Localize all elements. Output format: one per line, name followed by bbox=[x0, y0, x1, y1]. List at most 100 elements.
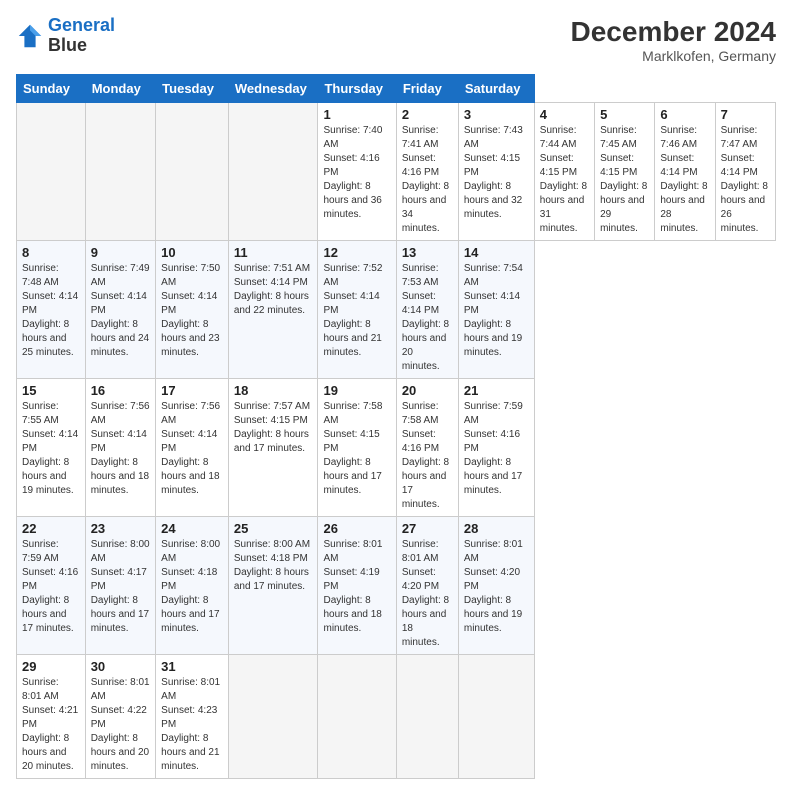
day-info: Sunrise: 8:01 AMSunset: 4:19 PMDaylight:… bbox=[323, 538, 390, 636]
day-number: 20 bbox=[402, 383, 453, 398]
calendar-cell: 17 Sunrise: 7:56 AMSunset: 4:14 PMDayligh… bbox=[156, 379, 229, 517]
day-number: 25 bbox=[234, 521, 313, 536]
calendar-day-header: Monday bbox=[85, 75, 155, 103]
day-info: Sunrise: 7:53 AMSunset: 4:14 PMDaylight:… bbox=[402, 262, 453, 374]
day-number: 7 bbox=[721, 107, 770, 122]
day-number: 27 bbox=[402, 521, 453, 536]
calendar-cell: 4Sunrise: 7:44 AMSunset: 4:15 PMDaylight… bbox=[534, 103, 594, 241]
day-number: 24 bbox=[161, 521, 223, 536]
day-info: Sunrise: 7:59 AMSunset: 4:16 PMDaylight:… bbox=[22, 538, 80, 636]
day-number: 19 bbox=[323, 383, 390, 398]
calendar-cell: 27 Sunrise: 8:01 AMSunset: 4:20 PMDayligh… bbox=[396, 517, 458, 655]
calendar-cell: 30 Sunrise: 8:01 AMSunset: 4:22 PMDayligh… bbox=[85, 655, 155, 779]
day-number: 22 bbox=[22, 521, 80, 536]
day-info: Sunrise: 7:45 AMSunset: 4:15 PMDaylight:… bbox=[600, 124, 649, 236]
calendar-cell: 16Sunrise: 7:56 AMSunset: 4:14 PMDayligh… bbox=[85, 379, 155, 517]
day-info: Sunrise: 7:49 AMSunset: 4:14 PMDaylight:… bbox=[91, 262, 150, 360]
day-info: Sunrise: 7:57 AMSunset: 4:15 PMDaylight:… bbox=[234, 400, 313, 456]
day-number: 17 bbox=[161, 383, 223, 398]
calendar-cell: 28 Sunrise: 8:01 AMSunset: 4:20 PMDayligh… bbox=[458, 517, 534, 655]
calendar-cell: 24 Sunrise: 8:00 AMSunset: 4:18 PMDayligh… bbox=[156, 517, 229, 655]
day-number: 5 bbox=[600, 107, 649, 122]
calendar-cell: 18 Sunrise: 7:57 AMSunset: 4:15 PMDayligh… bbox=[228, 379, 318, 517]
logo-line1: General bbox=[48, 15, 115, 35]
calendar-cell: 7 Sunrise: 7:47 AMSunset: 4:14 PMDaylight… bbox=[715, 103, 775, 241]
day-info: Sunrise: 7:46 AMSunset: 4:14 PMDaylight:… bbox=[660, 124, 709, 236]
calendar-cell: 19 Sunrise: 7:58 AMSunset: 4:15 PMDayligh… bbox=[318, 379, 396, 517]
calendar-cell bbox=[228, 655, 318, 779]
calendar-cell: 25 Sunrise: 8:00 AMSunset: 4:18 PMDayligh… bbox=[228, 517, 318, 655]
calendar-day-header: Saturday bbox=[458, 75, 534, 103]
day-info: Sunrise: 7:50 AMSunset: 4:14 PMDaylight:… bbox=[161, 262, 223, 360]
calendar-cell: 11 Sunrise: 7:51 AMSunset: 4:14 PMDayligh… bbox=[228, 241, 318, 379]
calendar-cell bbox=[458, 655, 534, 779]
calendar-cell bbox=[17, 103, 86, 241]
calendar-day-header: Wednesday bbox=[228, 75, 318, 103]
day-info: Sunrise: 8:01 AMSunset: 4:21 PMDaylight:… bbox=[22, 676, 80, 774]
calendar-cell bbox=[85, 103, 155, 241]
day-number: 21 bbox=[464, 383, 529, 398]
title-block: December 2024 Marklkofen, Germany bbox=[571, 16, 776, 64]
calendar-cell: 23Sunrise: 8:00 AMSunset: 4:17 PMDayligh… bbox=[85, 517, 155, 655]
calendar-cell: 13 Sunrise: 7:53 AMSunset: 4:14 PMDayligh… bbox=[396, 241, 458, 379]
main-title: December 2024 bbox=[571, 16, 776, 48]
day-number: 13 bbox=[402, 245, 453, 260]
day-info: Sunrise: 7:58 AMSunset: 4:16 PMDaylight:… bbox=[402, 400, 453, 512]
day-info: Sunrise: 7:51 AMSunset: 4:14 PMDaylight:… bbox=[234, 262, 313, 318]
calendar-day-header: Thursday bbox=[318, 75, 396, 103]
calendar-week-row: 22 Sunrise: 7:59 AMSunset: 4:16 PMDayligh… bbox=[17, 517, 776, 655]
day-info: Sunrise: 7:58 AMSunset: 4:15 PMDaylight:… bbox=[323, 400, 390, 498]
calendar-cell: 9 Sunrise: 7:49 AMSunset: 4:14 PMDaylight… bbox=[85, 241, 155, 379]
day-info: Sunrise: 8:00 AMSunset: 4:18 PMDaylight:… bbox=[234, 538, 313, 594]
calendar-cell: 10 Sunrise: 7:50 AMSunset: 4:14 PMDayligh… bbox=[156, 241, 229, 379]
day-info: Sunrise: 7:59 AMSunset: 4:16 PMDaylight:… bbox=[464, 400, 529, 498]
calendar-cell: 26Sunrise: 8:01 AMSunset: 4:19 PMDayligh… bbox=[318, 517, 396, 655]
calendar-day-header: Friday bbox=[396, 75, 458, 103]
day-info: Sunrise: 7:43 AMSunset: 4:15 PMDaylight:… bbox=[464, 124, 529, 222]
day-number: 18 bbox=[234, 383, 313, 398]
day-number: 14 bbox=[464, 245, 529, 260]
day-info: Sunrise: 7:48 AMSunset: 4:14 PMDaylight:… bbox=[22, 262, 80, 360]
calendar-cell: 6 Sunrise: 7:46 AMSunset: 4:14 PMDaylight… bbox=[655, 103, 715, 241]
day-number: 30 bbox=[91, 659, 150, 674]
calendar-cell: 12Sunrise: 7:52 AMSunset: 4:14 PMDayligh… bbox=[318, 241, 396, 379]
day-info: Sunrise: 7:40 AMSunset: 4:16 PMDaylight:… bbox=[323, 124, 390, 222]
calendar-table: SundayMondayTuesdayWednesdayThursdayFrid… bbox=[16, 74, 776, 779]
calendar-cell: 29Sunrise: 8:01 AMSunset: 4:21 PMDayligh… bbox=[17, 655, 86, 779]
day-info: Sunrise: 7:54 AMSunset: 4:14 PMDaylight:… bbox=[464, 262, 529, 360]
calendar-day-header: Tuesday bbox=[156, 75, 229, 103]
calendar-cell: 22 Sunrise: 7:59 AMSunset: 4:16 PMDayligh… bbox=[17, 517, 86, 655]
calendar-cell: 20 Sunrise: 7:58 AMSunset: 4:16 PMDayligh… bbox=[396, 379, 458, 517]
day-number: 1 bbox=[323, 107, 390, 122]
calendar-cell bbox=[228, 103, 318, 241]
day-info: Sunrise: 7:56 AMSunset: 4:14 PMDaylight:… bbox=[161, 400, 223, 498]
calendar-header-row: SundayMondayTuesdayWednesdayThursdayFrid… bbox=[17, 75, 776, 103]
day-info: Sunrise: 7:56 AMSunset: 4:14 PMDaylight:… bbox=[91, 400, 150, 498]
day-info: Sunrise: 8:00 AMSunset: 4:18 PMDaylight:… bbox=[161, 538, 223, 636]
day-number: 31 bbox=[161, 659, 223, 674]
calendar-cell: 8 Sunrise: 7:48 AMSunset: 4:14 PMDaylight… bbox=[17, 241, 86, 379]
day-number: 23 bbox=[91, 521, 150, 536]
day-number: 10 bbox=[161, 245, 223, 260]
calendar-cell bbox=[318, 655, 396, 779]
subtitle: Marklkofen, Germany bbox=[571, 48, 776, 64]
day-info: Sunrise: 7:55 AMSunset: 4:14 PMDaylight:… bbox=[22, 400, 80, 498]
logo: General Blue bbox=[16, 16, 115, 56]
calendar-cell: 2 Sunrise: 7:41 AMSunset: 4:16 PMDaylight… bbox=[396, 103, 458, 241]
day-number: 8 bbox=[22, 245, 80, 260]
day-number: 9 bbox=[91, 245, 150, 260]
calendar-week-row: 15Sunrise: 7:55 AMSunset: 4:14 PMDayligh… bbox=[17, 379, 776, 517]
logo-text: General Blue bbox=[48, 16, 115, 56]
day-number: 2 bbox=[402, 107, 453, 122]
day-info: Sunrise: 8:01 AMSunset: 4:20 PMDaylight:… bbox=[402, 538, 453, 650]
day-info: Sunrise: 7:47 AMSunset: 4:14 PMDaylight:… bbox=[721, 124, 770, 236]
day-number: 12 bbox=[323, 245, 390, 260]
day-number: 6 bbox=[660, 107, 709, 122]
day-number: 11 bbox=[234, 245, 313, 260]
day-info: Sunrise: 8:01 AMSunset: 4:20 PMDaylight:… bbox=[464, 538, 529, 636]
calendar-day-header: Sunday bbox=[17, 75, 86, 103]
day-number: 28 bbox=[464, 521, 529, 536]
day-info: Sunrise: 7:44 AMSunset: 4:15 PMDaylight:… bbox=[540, 124, 589, 236]
day-info: Sunrise: 8:01 AMSunset: 4:22 PMDaylight:… bbox=[91, 676, 150, 774]
day-info: Sunrise: 7:41 AMSunset: 4:16 PMDaylight:… bbox=[402, 124, 453, 236]
